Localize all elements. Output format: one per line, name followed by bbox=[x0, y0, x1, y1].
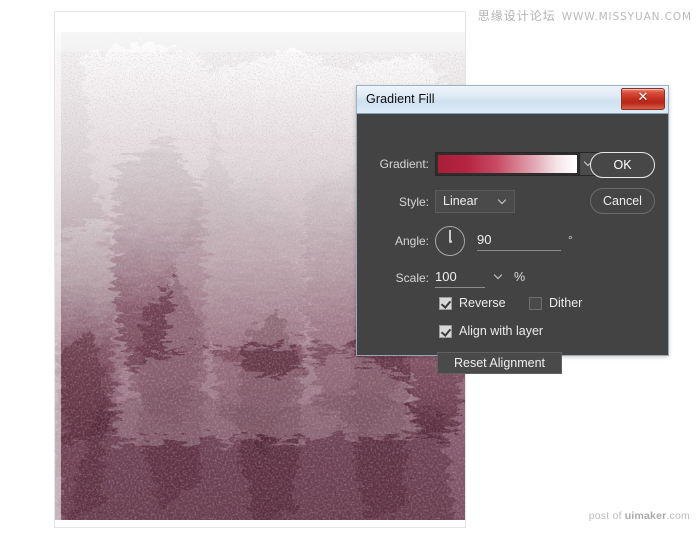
cancel-button[interactable]: Cancel bbox=[590, 188, 655, 214]
watermark-top: 思缘设计论坛 WWW.MISSYUAN.COM bbox=[478, 7, 692, 24]
gradient-fill-dialog: Gradient Fill ✕ Gradient: Style: Linear bbox=[356, 85, 669, 374]
watermark-bottom-prefix: post of bbox=[588, 510, 625, 522]
checkbox-reverse-label: Reverse bbox=[459, 296, 506, 310]
checkbox-reverse[interactable]: Reverse bbox=[439, 296, 506, 310]
close-icon: ✕ bbox=[637, 90, 649, 105]
close-button[interactable]: ✕ bbox=[621, 88, 665, 110]
watermark-bottom-brand: uimaker bbox=[624, 510, 667, 522]
angle-value: 90 bbox=[477, 232, 492, 247]
gradient-label: Gradient: bbox=[379, 157, 429, 171]
angle-input[interactable]: 90 bbox=[477, 230, 561, 251]
scale-value: 100 bbox=[435, 269, 457, 284]
checkbox-unchecked-icon bbox=[529, 296, 542, 310]
chevron-down-icon bbox=[499, 197, 506, 204]
degree-symbol: ° bbox=[568, 233, 573, 247]
scale-input[interactable]: 100 bbox=[435, 267, 485, 288]
chevron-down-icon bbox=[495, 272, 502, 279]
percent-symbol: % bbox=[514, 270, 526, 284]
watermark-top-url: WWW.MISSYUAN.COM bbox=[561, 11, 692, 23]
scale-row: Scale: 100 % bbox=[357, 266, 668, 290]
watermark-bottom: post of uimaker.com bbox=[589, 510, 690, 522]
checkbox-align-with-layer[interactable]: Align with layer bbox=[439, 324, 543, 338]
angle-label: Angle: bbox=[394, 234, 429, 248]
dialog-title: Gradient Fill bbox=[366, 92, 435, 106]
checkbox-checked-icon bbox=[439, 296, 452, 310]
reset-alignment-button[interactable]: Reset Alignment bbox=[437, 352, 562, 374]
gradient-swatch-button[interactable] bbox=[435, 152, 580, 176]
gradient-preview bbox=[438, 155, 577, 173]
angle-row: Angle: 90 ° bbox=[357, 224, 668, 258]
watermark-bottom-suffix: .com bbox=[666, 510, 690, 522]
checkbox-dither[interactable]: Dither bbox=[529, 296, 582, 310]
checkbox-row-1: Reverse Dither bbox=[357, 296, 668, 316]
watermark-top-cn: 思缘设计论坛 bbox=[477, 9, 556, 23]
style-select[interactable]: Linear bbox=[435, 190, 515, 213]
angle-dial[interactable] bbox=[435, 226, 465, 256]
checkbox-dither-label: Dither bbox=[549, 296, 583, 310]
scale-dropdown-button[interactable] bbox=[490, 268, 508, 286]
dialog-titlebar[interactable]: Gradient Fill ✕ bbox=[356, 85, 669, 114]
checkbox-row-2: Align with layer bbox=[357, 324, 668, 344]
checkbox-checked-icon bbox=[439, 324, 452, 338]
style-label: Style: bbox=[398, 195, 429, 209]
style-selected-value: Linear bbox=[443, 194, 478, 208]
angle-hub-icon bbox=[448, 239, 452, 243]
scale-label: Scale: bbox=[395, 271, 429, 285]
checkbox-align-label: Align with layer bbox=[459, 324, 544, 338]
dialog-body: Gradient: Style: Linear Angle: 90 ° Scal… bbox=[357, 114, 668, 374]
ok-button[interactable]: OK bbox=[590, 152, 655, 178]
